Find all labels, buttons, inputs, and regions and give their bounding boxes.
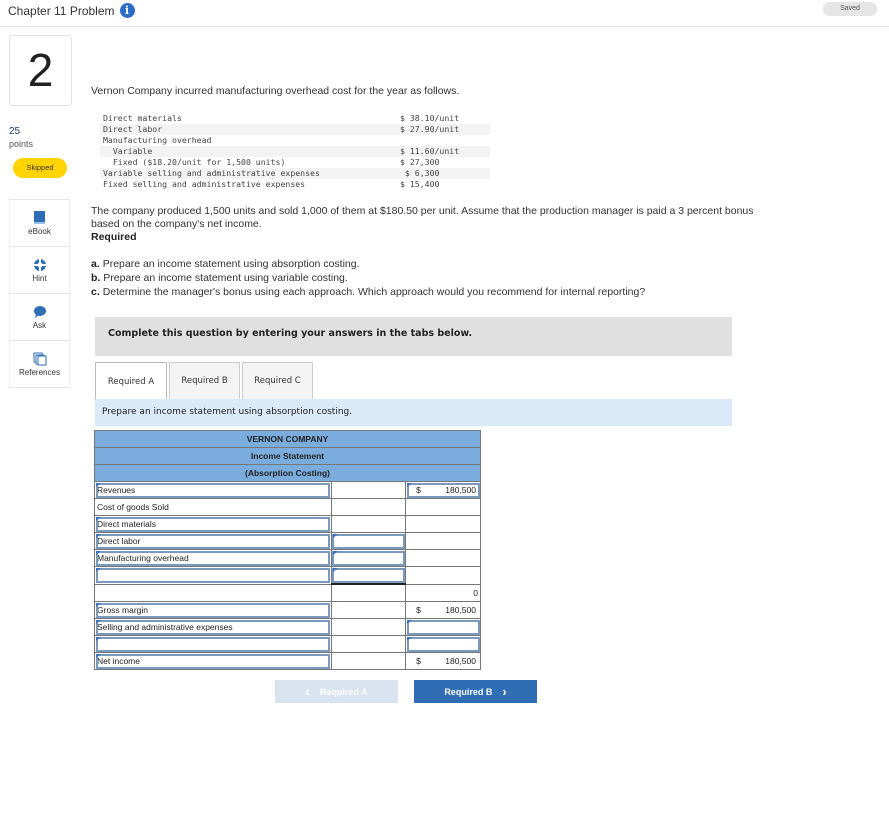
given-row: Variable selling and administrative expe… (100, 168, 490, 179)
points-label: points (9, 139, 34, 149)
row-label-input[interactable]: Revenues (94, 481, 332, 499)
tab-required-c[interactable]: Required C (242, 362, 313, 399)
next-required-button[interactable]: Required B › (414, 680, 537, 703)
statement-title: Income Statement (94, 447, 481, 465)
tab-description: Prepare an income statement using absorp… (95, 399, 732, 426)
tab-required-b[interactable]: Required B (169, 362, 240, 399)
table-row: Cost of goods Sold (94, 498, 481, 516)
skipped-badge: Skipped (13, 158, 67, 178)
given-row: Fixed ($18.20/unit for 1,500 units) $ 27,… (103, 157, 440, 167)
row-amount-input[interactable] (405, 635, 481, 653)
book-icon (34, 211, 45, 224)
references-label: References (19, 367, 60, 377)
given-data-table: Direct materials $ 38.10/unit Direct labo… (100, 113, 490, 190)
row-mid-input-focused[interactable] (330, 515, 407, 533)
ebook-label: eBook (28, 227, 51, 236)
row-label-input[interactable]: Direct materials (94, 515, 332, 533)
top-bar: Chapter 11 Problem i Saved (0, 0, 889, 27)
table-row: Gross margin $180,500 (94, 601, 481, 619)
row-mid-input[interactable] (330, 532, 407, 550)
given-row: Direct labor $ 27.90/unit (100, 124, 490, 135)
table-row (94, 635, 481, 653)
ebook-button[interactable]: eBook (9, 200, 70, 247)
prev-label: Required A (319, 686, 368, 697)
income-statement-table: VERNON COMPANY Income Statement (Absorpt… (94, 430, 481, 670)
chevron-left-icon: ‹ (305, 684, 310, 699)
ask-label: Ask (32, 320, 47, 330)
row-amount-input[interactable] (405, 618, 481, 636)
given-row: Variable $ 11.60/unit (100, 146, 490, 157)
documents-icon (33, 352, 46, 365)
question-number: 2 (9, 35, 72, 106)
row-label-input[interactable]: Direct labor (94, 532, 332, 550)
row-mid-cell (330, 652, 407, 670)
row-amount-cell (405, 498, 481, 516)
table-row: Revenues $180,500 (94, 481, 481, 499)
required-heading: Required (91, 231, 137, 243)
problem-paragraph: The company produced 1,500 units and sol… (91, 205, 771, 244)
info-icon[interactable]: i (119, 3, 135, 18)
table-row: Net income $180,500 (94, 652, 481, 670)
row-amount-total: $180,500 (405, 601, 481, 619)
requirement-tabs: Required A Required B Required C (95, 362, 732, 400)
chevron-right-icon: › (502, 684, 507, 699)
instruction-banner: Complete this question by entering your … (95, 317, 732, 356)
table-row: Manufacturing overhead (94, 549, 481, 567)
requirements-list: a. Prepare an income statement using abs… (91, 257, 645, 299)
row-amount-cell (405, 566, 481, 585)
row-mid-input[interactable] (330, 549, 407, 567)
row-label-input[interactable]: Gross margin (94, 601, 332, 619)
row-amount-input[interactable]: $180,500 (405, 481, 481, 499)
row-mid-cell (330, 601, 407, 619)
next-label: Required B (444, 686, 493, 697)
references-button[interactable]: References (9, 341, 70, 388)
prev-required-button[interactable]: ‹ Required A (275, 680, 398, 703)
row-mid-cell (330, 498, 407, 516)
row-label-input[interactable]: Selling and administrative expenses (94, 618, 332, 636)
row-label-input[interactable] (94, 635, 332, 653)
row-label-input[interactable] (94, 566, 332, 585)
assignment-title-text: Chapter 11 Problem (8, 3, 115, 18)
side-tools: eBook Hint Ask References (9, 199, 70, 388)
table-row: Direct materials (94, 515, 481, 533)
table-row (94, 566, 481, 585)
hint-label: Hint (32, 273, 47, 283)
saved-status-badge: Saved (823, 2, 877, 16)
problem-text: The company produced 1,500 units and sol… (91, 205, 754, 230)
given-row: Direct materials $ 38.10/unit (103, 113, 460, 123)
statement-company: VERNON COMPANY (94, 430, 481, 448)
hint-button[interactable]: Hint (9, 247, 70, 294)
row-mid-cell (330, 618, 407, 636)
row-amount-cell (405, 549, 481, 567)
row-mid-cell (330, 583, 407, 602)
row-mid-cell (330, 635, 407, 653)
row-label-input[interactable]: Manufacturing overhead (94, 549, 332, 567)
tab-required-a[interactable]: Required A (95, 362, 167, 400)
row-label (94, 583, 332, 602)
row-amount-total: $180,500 (405, 652, 481, 670)
table-row: 0 (94, 583, 481, 602)
given-row: Fixed selling and administrative expense… (103, 179, 440, 189)
row-label: Cost of goods Sold (94, 498, 332, 516)
points-value: 25 (9, 126, 21, 137)
row-amount-cell (405, 532, 481, 550)
ask-button[interactable]: Ask (9, 294, 70, 341)
speech-bubble-icon (33, 305, 46, 318)
table-row: Selling and administrative expenses (94, 618, 481, 636)
requirement-item: b. Prepare an income statement using var… (91, 272, 348, 284)
row-label-input[interactable]: Net income (94, 652, 332, 670)
requirement-item: c. Determine the manager's bonus using e… (91, 286, 646, 298)
row-mid-input[interactable] (330, 566, 407, 585)
table-row: Direct labor (94, 532, 481, 550)
row-mid-cell (330, 481, 407, 499)
given-row: Manufacturing overhead (103, 135, 212, 145)
problem-intro: Vernon Company incurred manufacturing ov… (91, 85, 460, 97)
assignment-title: Chapter 11 Problem i (8, 3, 135, 18)
row-amount-cell (405, 515, 481, 533)
statement-subtitle: (Absorption Costing) (94, 464, 481, 482)
requirement-item: a. Prepare an income statement using abs… (91, 258, 360, 270)
lifebuoy-icon (33, 258, 46, 271)
row-amount-total: 0 (405, 583, 481, 602)
